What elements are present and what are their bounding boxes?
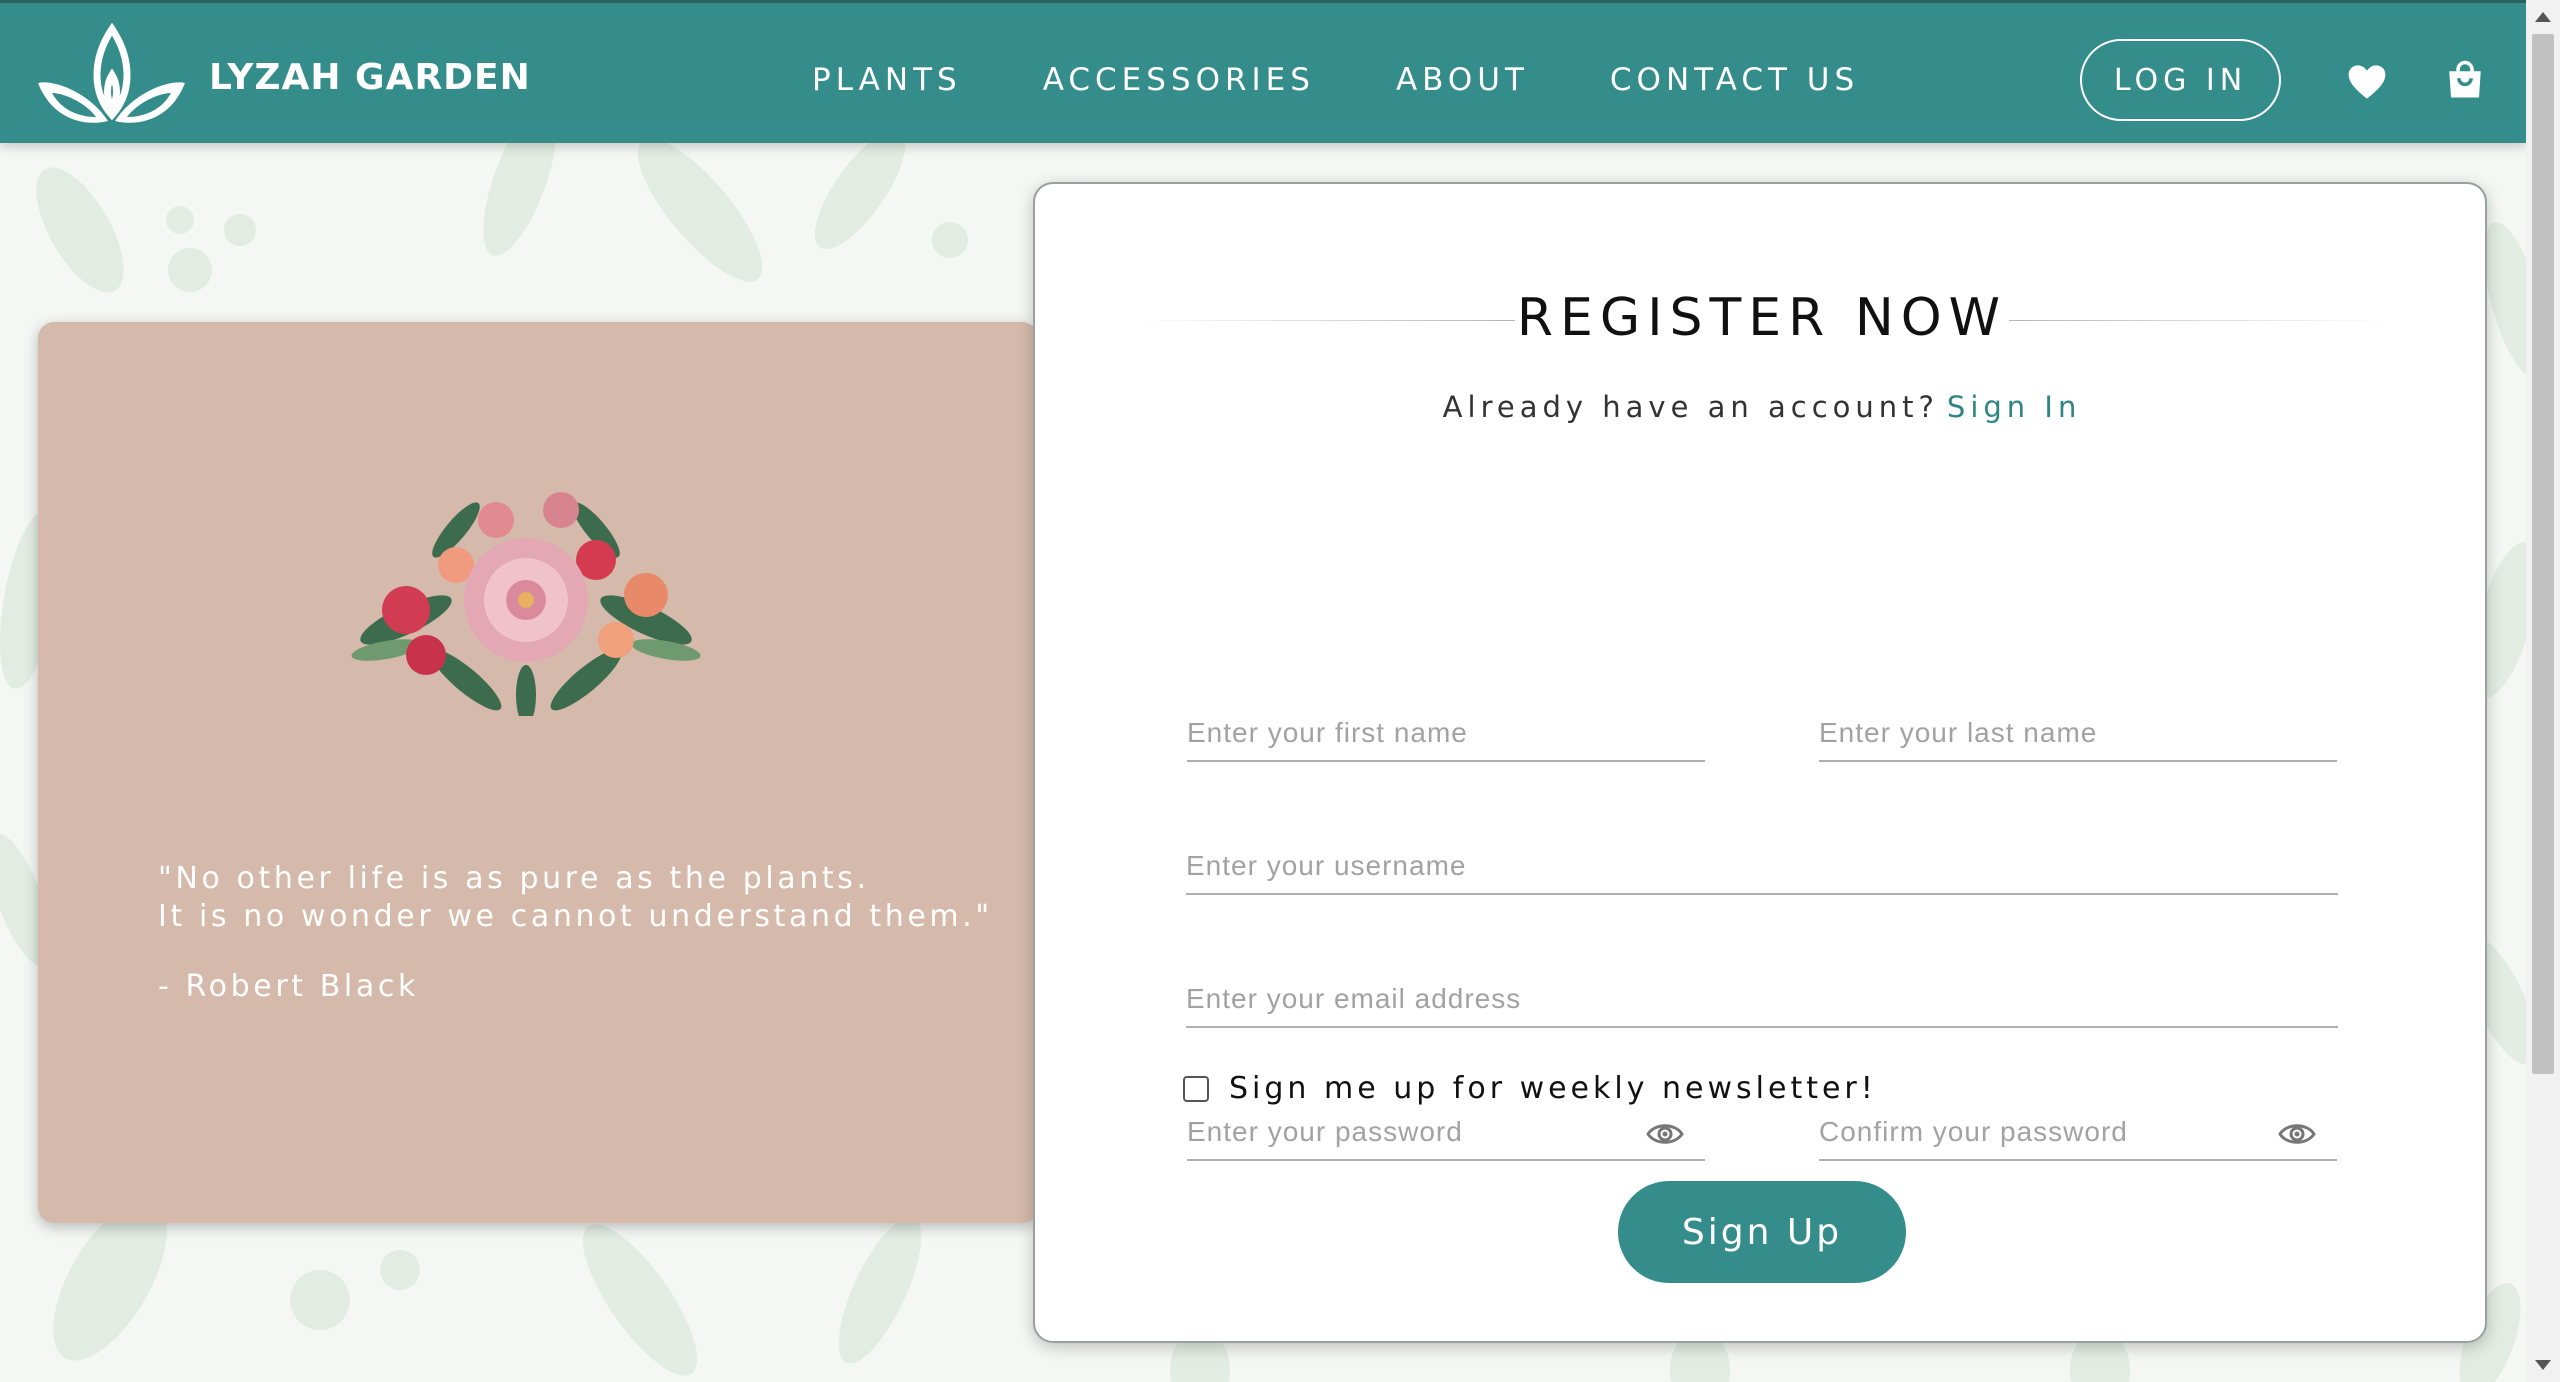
page-scrollbar[interactable]	[2526, 0, 2560, 1382]
quote-author: - Robert Black	[158, 969, 419, 1004]
signin-link[interactable]: Sign In	[1947, 390, 2081, 424]
plant-quote: "No other life is as pure as the plants.…	[158, 860, 993, 1006]
sign-up-button[interactable]: Sign Up	[1618, 1181, 1906, 1283]
nav-link-about[interactable]: ABOUT	[1396, 62, 1529, 98]
shopping-bag-icon[interactable]	[2444, 59, 2486, 101]
first-name-field-wrap	[1187, 706, 1705, 762]
scroll-down-arrow-icon[interactable]	[2535, 1360, 2551, 1370]
signin-prompt: Already have an account? Sign In	[1035, 390, 2489, 424]
newsletter-row: Sign me up for weekly newsletter!	[1183, 1071, 1877, 1106]
heart-icon[interactable]	[2346, 61, 2388, 103]
register-title: REGISTER NOW	[1516, 288, 2008, 348]
scrollbar-thumb[interactable]	[2532, 34, 2554, 1074]
newsletter-checkbox[interactable]	[1183, 1075, 1209, 1102]
nav-link-contact-us[interactable]: CONTACT US	[1610, 62, 1859, 98]
top-navbar: LYZAH GARDEN PLANTS ACCESSORIES ABOUT CO…	[0, 0, 2526, 143]
show-password-eye-icon[interactable]	[1645, 1119, 1685, 1149]
last-name-input[interactable]	[1819, 706, 2337, 760]
confirm-password-field-wrap	[1819, 1105, 2337, 1161]
quote-line-2: It is no wonder we cannot understand the…	[158, 899, 993, 934]
quote-card: "No other life is as pure as the plants.…	[38, 322, 1038, 1223]
have-account-text: Already have an account?	[1442, 390, 1939, 424]
page: LYZAH GARDEN PLANTS ACCESSORIES ABOUT CO…	[0, 0, 2560, 1382]
flower-bouquet-illustration	[351, 492, 701, 716]
last-name-field-wrap	[1819, 706, 2337, 762]
title-divider-right	[2009, 320, 2389, 321]
brand-name: LYZAH GARDEN	[209, 56, 531, 98]
email-field-wrap	[1186, 972, 2338, 1028]
nav-link-plants[interactable]: PLANTS	[812, 62, 962, 98]
lotus-logo-icon	[38, 23, 185, 123]
show-confirm-password-eye-icon[interactable]	[2277, 1119, 2317, 1149]
username-field-wrap	[1186, 839, 2338, 895]
quote-line-1: "No other life is as pure as the plants.	[158, 861, 870, 896]
email-input[interactable]	[1186, 972, 2338, 1026]
first-name-input[interactable]	[1187, 706, 1705, 760]
register-form-card: REGISTER NOW Already have an account? Sig…	[1033, 182, 2487, 1343]
password-input[interactable]	[1187, 1105, 1705, 1159]
username-input[interactable]	[1186, 839, 2338, 893]
brand-logo[interactable]: LYZAH GARDEN	[34, 23, 531, 131]
register-title-row: REGISTER NOW	[1135, 288, 2389, 348]
main-nav: PLANTS ACCESSORIES ABOUT CONTACT US	[812, 62, 1940, 98]
scroll-up-arrow-icon[interactable]	[2535, 12, 2551, 22]
confirm-password-input[interactable]	[1819, 1105, 2337, 1159]
password-field-wrap	[1187, 1105, 1705, 1161]
newsletter-label[interactable]: Sign me up for weekly newsletter!	[1229, 1071, 1877, 1106]
login-button[interactable]: LOG IN	[2080, 39, 2281, 121]
nav-link-accessories[interactable]: ACCESSORIES	[1043, 62, 1315, 98]
